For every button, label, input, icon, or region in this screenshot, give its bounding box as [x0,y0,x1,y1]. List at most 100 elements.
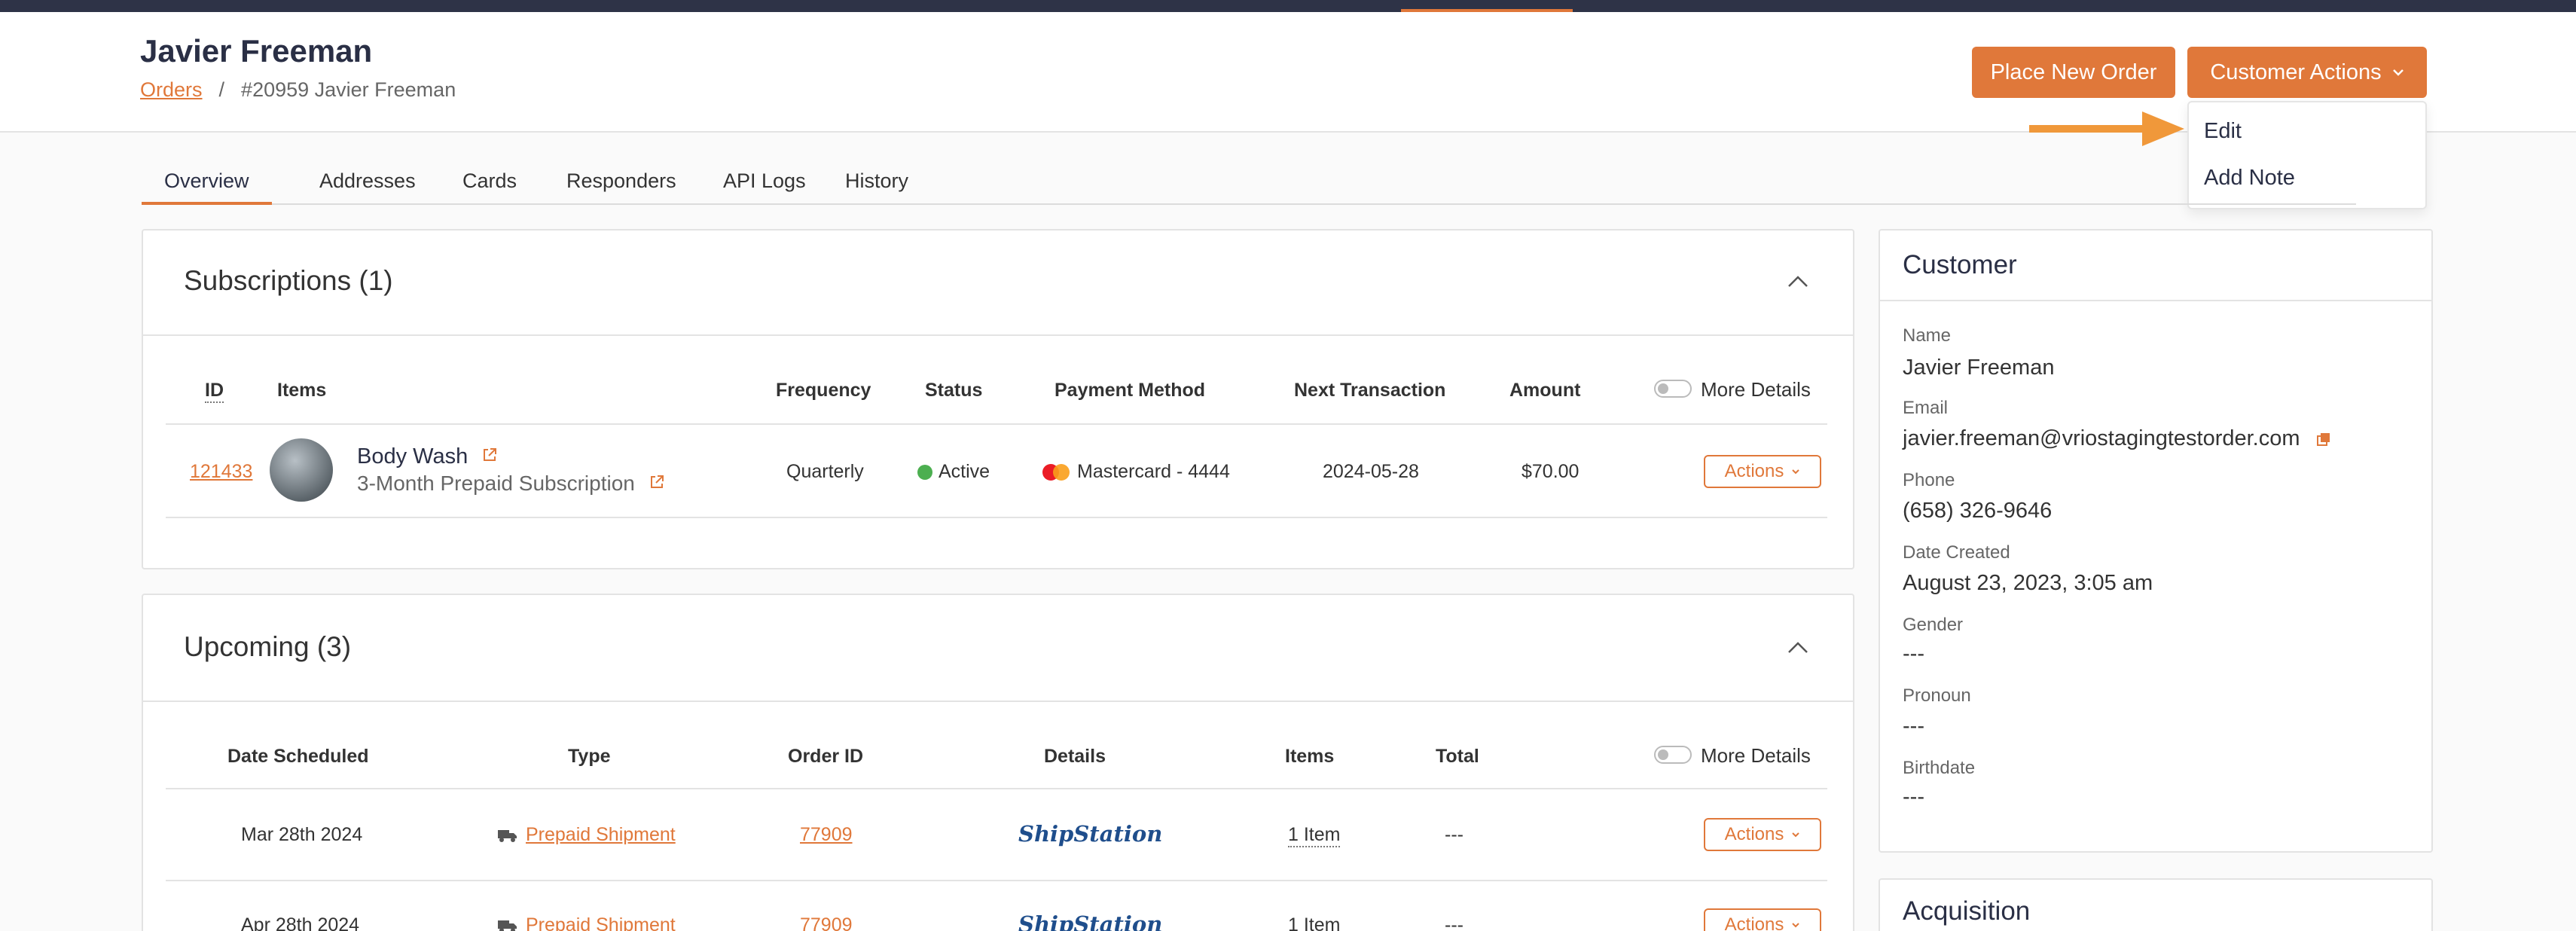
tab-bar: Overview Addresses Cards Responders API … [142,166,2356,205]
subscription-id-link[interactable]: 121433 [190,461,252,483]
shipment-type: Prepaid Shipment [497,914,676,931]
page-title: Javier Freeman [140,33,373,69]
gender-value: --- [1903,642,1924,666]
upcoming-actions-button[interactable]: Actions [1704,908,1821,931]
col-next-transaction: Next Transaction [1294,380,1446,401]
col-amount: Amount [1509,380,1581,401]
col-details: Details [1044,746,1106,767]
item-subtitle[interactable]: 3-Month Prepaid Subscription [357,472,665,496]
prepaid-shipment-link[interactable]: Prepaid Shipment [526,824,676,845]
email-text: javier.freeman@vriostagingtestorder.com [1903,426,2300,450]
prepaid-shipment-link[interactable]: Prepaid Shipment [526,914,676,931]
breadcrumb-separator: / [218,78,225,101]
external-link-icon[interactable] [481,447,498,463]
scheduled-date: Apr 28th 2024 [241,914,360,931]
birthdate-value: --- [1903,785,1924,809]
actions-label: Actions [1724,461,1784,481]
more-details-toggle[interactable] [1654,380,1692,398]
date-created-value: August 23, 2023, 3:05 am [1903,571,2153,595]
annotation-arrow-icon [2029,111,2184,146]
customer-actions-button[interactable]: Customer Actions [2187,47,2427,98]
payment-method-text: Mastercard - 4444 [1077,461,1230,482]
col-date-scheduled: Date Scheduled [227,746,369,767]
breadcrumb: Orders / #20959 Javier Freeman [140,78,456,102]
col-frequency: Frequency [776,380,871,401]
item-name-text: Body Wash [357,444,469,469]
tab-history[interactable]: History [823,166,931,205]
upcoming-actions-button[interactable]: Actions [1704,818,1821,851]
name-value: Javier Freeman [1903,356,2055,380]
truck-icon [498,830,517,843]
total-value: --- [1445,824,1463,845]
items-count[interactable]: 1 Item [1288,824,1341,847]
more-details-label: More Details [1701,744,1811,767]
col-items: Items [1285,746,1335,767]
external-link-icon[interactable] [649,474,665,490]
col-total: Total [1436,746,1479,767]
tab-cards[interactable]: Cards [440,166,539,205]
name-label: Name [1903,325,1952,346]
collapse-chevron-icon[interactable] [1787,274,1809,289]
truck-icon [498,920,517,931]
subscriptions-title: Subscriptions (1) [184,265,393,296]
actions-label: Actions [1724,824,1784,844]
more-details-toggle[interactable] [1654,746,1692,764]
col-payment-method: Payment Method [1055,380,1206,401]
subscription-row-divider [166,517,1827,518]
shipstation-logo: ShipStation [1018,821,1163,847]
copy-icon[interactable] [2315,431,2332,447]
pronoun-value: --- [1903,714,1924,738]
breadcrumb-current: #20959 Javier Freeman [241,78,456,101]
upcoming-header-divider [166,788,1827,789]
subscription-actions-button[interactable]: Actions [1704,455,1821,488]
place-new-order-label: Place New Order [1990,60,2157,84]
subscriptions-divider [143,334,1853,336]
item-subtitle-text: 3-Month Prepaid Subscription [357,472,635,495]
acquisition-title: Acquisition [1903,896,2031,926]
upcoming-row-divider [166,880,1827,881]
tab-api-logs[interactable]: API Logs [700,166,829,205]
email-label: Email [1903,398,1949,418]
subscriptions-card [142,229,1854,569]
amount-value: $70.00 [1521,461,1579,482]
order-id-link[interactable]: 77909 [800,914,853,931]
tab-responders[interactable]: Responders [544,166,699,205]
chevron-down-icon [1792,469,1800,475]
date-created-label: Date Created [1903,542,2010,563]
place-new-order-button[interactable]: Place New Order [1972,47,2175,98]
items-count[interactable]: 1 Item [1288,914,1340,931]
phone-value: (658) 326-9646 [1903,499,2053,523]
chevron-down-icon [1792,832,1800,838]
scheduled-date: Mar 28th 2024 [241,824,363,845]
tab-overview[interactable]: Overview [142,166,272,205]
chevron-down-icon [1792,923,1800,928]
item-name[interactable]: Body Wash [357,444,498,469]
chevron-down-icon [2392,69,2404,76]
tab-addresses[interactable]: Addresses [297,166,438,205]
payment-method: Mastercard - 4444 [1042,461,1230,483]
phone-label: Phone [1903,470,1955,490]
subscriptions-header-divider [166,423,1827,425]
customer-title: Customer [1903,250,2017,279]
mastercard-icon [1042,464,1070,481]
collapse-chevron-icon[interactable] [1787,640,1809,655]
actions-label: Actions [1724,914,1784,931]
status-text: Active [939,461,990,482]
menu-item-edit[interactable]: Edit [2204,119,2242,144]
status-badge: Active [917,461,990,483]
more-details-label: More Details [1701,378,1811,401]
customer-actions-label: Customer Actions [2210,60,2382,84]
pronoun-label: Pronoun [1903,685,1971,706]
top-bar [0,0,2576,12]
frequency-value: Quarterly [786,461,864,482]
col-id: ID [205,380,224,403]
birthdate-label: Birthdate [1903,758,1976,778]
order-id-link[interactable]: 77909 [800,824,853,846]
upcoming-title: Upcoming (3) [184,631,352,662]
col-type: Type [568,746,611,767]
customer-divider [1880,300,2431,301]
shipstation-logo: ShipStation [1018,911,1163,931]
total-value: --- [1445,914,1463,931]
col-items: Items [277,380,327,401]
breadcrumb-orders-link[interactable]: Orders [140,78,203,102]
